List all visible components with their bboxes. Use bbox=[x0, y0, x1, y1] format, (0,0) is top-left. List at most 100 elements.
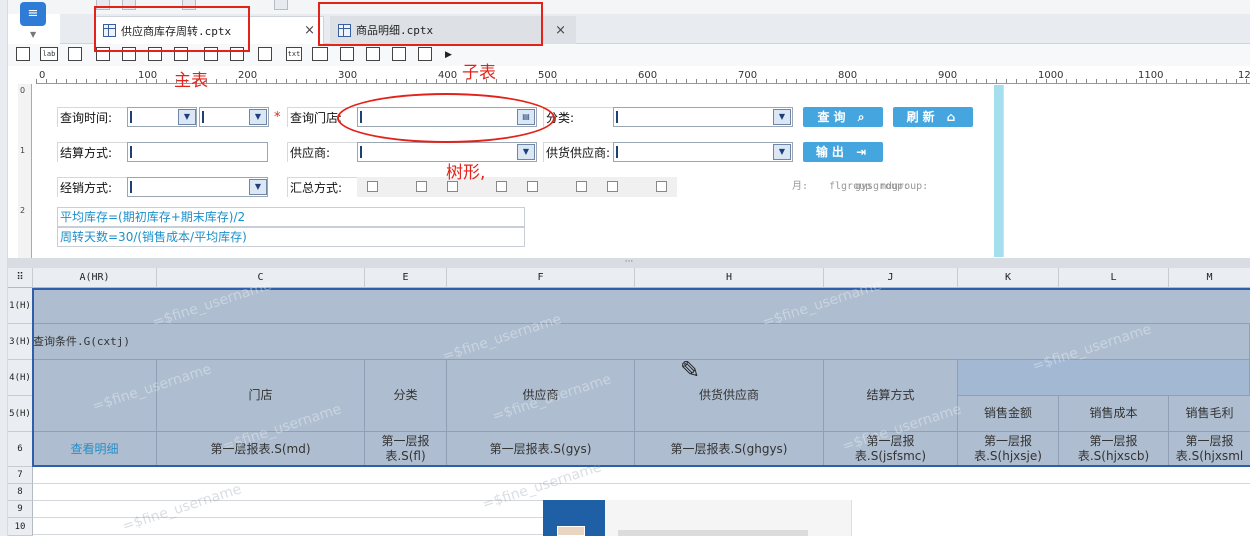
ruler-tick: 600 bbox=[638, 70, 658, 81]
search-icon: ⌕ bbox=[857, 110, 869, 124]
pane-boundary[interactable] bbox=[994, 85, 1003, 257]
annotation-tree-label: 树形, bbox=[446, 163, 486, 183]
vruler-tick: 2 bbox=[20, 206, 26, 215]
close-icon[interactable]: × bbox=[555, 23, 566, 38]
calendar-icon[interactable]: ▼ bbox=[249, 109, 267, 125]
label-query-time: 查询时间: bbox=[57, 107, 127, 127]
ruler-tick: 0 bbox=[39, 70, 46, 81]
row-header[interactable]: 4(H) bbox=[8, 360, 33, 396]
annotation-box-sub bbox=[318, 2, 543, 46]
row-header[interactable]: 9 bbox=[8, 501, 33, 518]
ruler-tick: 12 bbox=[1238, 70, 1250, 81]
settle-mode-field[interactable] bbox=[127, 142, 268, 162]
widget-text-icon[interactable] bbox=[68, 47, 82, 61]
col-header[interactable]: A(HR) bbox=[33, 268, 157, 288]
col-header[interactable]: K bbox=[958, 268, 1059, 288]
chevron-down-icon[interactable]: ▼ bbox=[30, 30, 36, 39]
refresh-button-label: 刷新 bbox=[906, 110, 939, 124]
hidden-mdgroup: mdgroup: bbox=[880, 181, 929, 192]
ruler-tick: 100 bbox=[138, 70, 158, 81]
col-header[interactable]: F bbox=[447, 268, 635, 288]
calendar-icon[interactable]: ▼ bbox=[178, 109, 196, 125]
widget-label-icon[interactable]: lab bbox=[40, 47, 58, 61]
col-header[interactable]: L bbox=[1059, 268, 1169, 288]
dropdown-icon[interactable]: ▼ bbox=[517, 144, 535, 160]
annotation-main-label: 主表 bbox=[174, 71, 208, 91]
label-goods-supplier: 供货供应商: bbox=[543, 142, 613, 162]
summary-checkbox[interactable] bbox=[607, 181, 618, 192]
row-header[interactable]: 5(H) bbox=[8, 396, 33, 432]
col-header[interactable]: J bbox=[824, 268, 958, 288]
widget-treecombo-icon[interactable] bbox=[392, 47, 406, 61]
selection-outline bbox=[32, 288, 1250, 467]
export-button[interactable]: 输出 ⇥ bbox=[803, 142, 883, 162]
summary-checkbox[interactable] bbox=[576, 181, 587, 192]
ruler-tick: 800 bbox=[838, 70, 858, 81]
label-supplier: 供应商: bbox=[287, 142, 357, 162]
annotation-box-main bbox=[94, 6, 250, 52]
summary-checkbox[interactable] bbox=[367, 181, 378, 192]
widget-upload-icon[interactable] bbox=[418, 47, 432, 61]
refresh-button[interactable]: 刷新 ⌂ bbox=[893, 107, 973, 127]
row-header[interactable]: 1(H) bbox=[8, 288, 33, 324]
widget-blank-icon[interactable] bbox=[16, 47, 30, 61]
label-summary-mode: 汇总方式: bbox=[287, 177, 357, 197]
col-header[interactable]: H bbox=[635, 268, 824, 288]
refresh-icon: ⌂ bbox=[946, 110, 960, 124]
row-header[interactable]: 3(H) bbox=[8, 324, 33, 360]
widget-textarea-icon[interactable]: txt bbox=[286, 47, 302, 61]
category-field[interactable] bbox=[613, 107, 793, 127]
vertical-ruler bbox=[18, 84, 32, 260]
more-widgets-icon[interactable]: ▶ bbox=[445, 50, 452, 60]
ruler-tick: 300 bbox=[338, 70, 358, 81]
dropdown-icon[interactable]: ▼ bbox=[773, 144, 791, 160]
row-header[interactable]: 6 bbox=[8, 432, 33, 467]
row-header[interactable]: 8 bbox=[8, 484, 33, 501]
ruler-tick: 1100 bbox=[1138, 70, 1164, 81]
avatar[interactable] bbox=[557, 526, 585, 536]
close-icon[interactable]: × bbox=[304, 23, 315, 38]
app-logo-icon[interactable]: ≡ bbox=[20, 2, 46, 26]
widget-tree-icon[interactable] bbox=[366, 47, 380, 61]
popup-right bbox=[851, 500, 1250, 536]
row-header[interactable]: 7 bbox=[8, 467, 33, 484]
summary-checkbox[interactable] bbox=[656, 181, 667, 192]
export-button-label: 输出 bbox=[815, 145, 848, 159]
vruler-tick: 0 bbox=[20, 86, 26, 95]
summary-checkbox-group bbox=[357, 177, 677, 197]
goods-supplier-field[interactable] bbox=[613, 142, 793, 162]
widget-checkgroup-icon[interactable] bbox=[258, 47, 272, 61]
month-label: 月: bbox=[792, 181, 809, 192]
popup-input-bar[interactable] bbox=[618, 530, 808, 536]
export-icon: ⇥ bbox=[856, 145, 871, 159]
formula-avg-stock: 平均库存=(期初库存+期末库存)/2 bbox=[57, 207, 525, 227]
label-sales-mode: 经销方式: bbox=[57, 177, 127, 197]
ruler-tick: 700 bbox=[738, 70, 758, 81]
dropdown-icon[interactable]: ▼ bbox=[773, 109, 791, 125]
ruler-tick: 500 bbox=[538, 70, 558, 81]
left-strip bbox=[0, 0, 8, 536]
widget-password-icon[interactable] bbox=[340, 47, 354, 61]
dropdown-icon[interactable]: ▼ bbox=[249, 179, 267, 195]
query-button[interactable]: 查询 ⌕ bbox=[803, 107, 883, 127]
required-mark: * bbox=[274, 110, 281, 125]
ruler-tick: 900 bbox=[938, 70, 958, 81]
corner-cell[interactable]: ⠿ bbox=[8, 268, 33, 288]
col-header[interactable]: M bbox=[1169, 268, 1250, 288]
toolbar-ghost-icon[interactable] bbox=[274, 0, 288, 10]
summary-checkbox[interactable] bbox=[527, 181, 538, 192]
col-header[interactable]: E bbox=[365, 268, 447, 288]
ruler-tick: 400 bbox=[438, 70, 458, 81]
sales-mode-field[interactable] bbox=[127, 177, 268, 197]
widget-number-icon[interactable] bbox=[312, 47, 328, 61]
row-header[interactable]: 10 bbox=[8, 518, 33, 536]
vruler-tick: 1 bbox=[20, 146, 26, 155]
split-grip[interactable]: ··· bbox=[8, 258, 1250, 268]
pane-outside bbox=[1003, 85, 1250, 257]
annotation-sub-label: 子表 bbox=[462, 63, 496, 83]
ruler-tick: 1000 bbox=[1038, 70, 1064, 81]
summary-checkbox[interactable] bbox=[496, 181, 507, 192]
summary-checkbox[interactable] bbox=[416, 181, 427, 192]
formula-turnover-days: 周转天数=30/(销售成本/平均库存) bbox=[57, 227, 525, 247]
annotation-oval bbox=[337, 93, 555, 143]
